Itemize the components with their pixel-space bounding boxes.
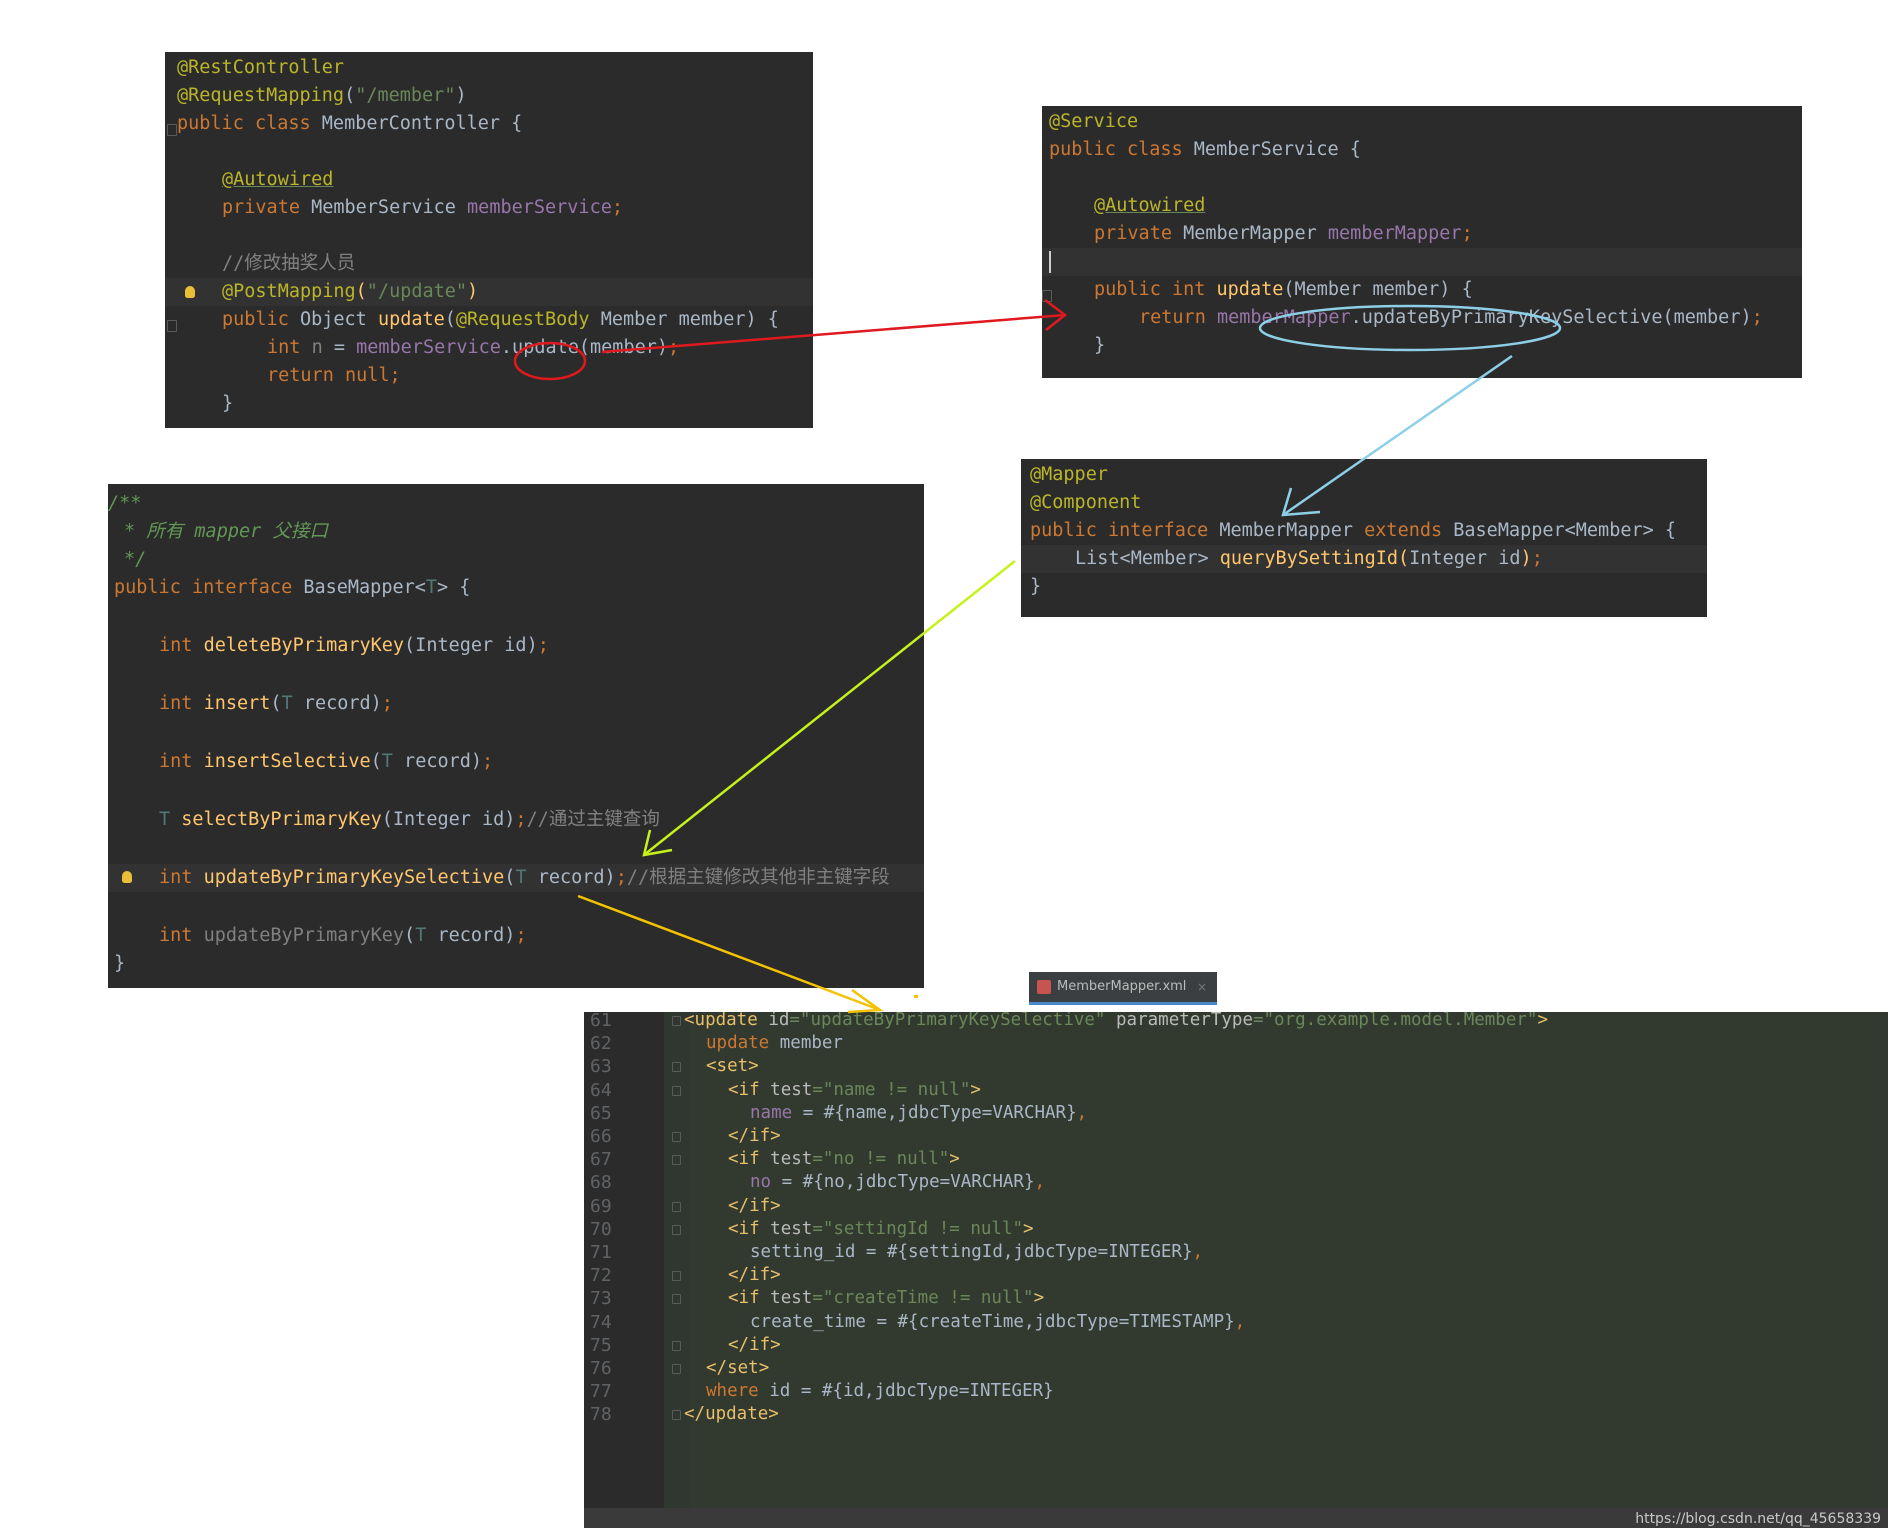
code-line: int insertSelective(T record); — [159, 751, 494, 772]
xml-code-panel: 61 <update id="updateByPrimaryKeySelectiv… — [584, 1012, 1888, 1528]
fold-marker-icon[interactable] — [672, 1155, 681, 1166]
code-line: public int update(Member member) { — [1094, 279, 1473, 300]
code-line: public class MemberService { — [1049, 139, 1361, 160]
line-number: 66 — [590, 1126, 612, 1147]
basemapper-code-panel: /** * 所有 mapper 父接口 */ public interface … — [108, 484, 924, 988]
line-number: 68 — [590, 1172, 612, 1194]
service-code-panel: @Service public class MemberService { @A… — [1042, 106, 1802, 378]
code-line: public interface BaseMapper<T> { — [114, 577, 471, 598]
line-number: 71 — [590, 1242, 612, 1263]
line-number: 73 — [590, 1288, 612, 1310]
line-number: 72 — [590, 1265, 612, 1287]
fold-marker-icon[interactable] — [672, 1294, 681, 1305]
fold-marker-icon[interactable] — [167, 320, 177, 332]
line-number: 75 — [590, 1334, 612, 1356]
code-line: private MemberMapper memberMapper; — [1094, 223, 1473, 244]
code-line: @Mapper — [1030, 464, 1108, 485]
code-line: return memberMapper.updateByPrimaryKeySe… — [1139, 307, 1763, 328]
code-line: /** — [108, 493, 142, 514]
yellow-arrowhead — [847, 988, 884, 1014]
code-line: */ — [124, 549, 147, 570]
fold-marker-icon[interactable] — [672, 1271, 681, 1282]
mapper-code-panel: @Mapper @Component public interface Memb… — [1021, 459, 1707, 617]
line-number: 62 — [590, 1033, 612, 1055]
fold-marker-icon[interactable] — [672, 1410, 681, 1421]
line-number: 76 — [590, 1358, 612, 1379]
fold-marker-icon[interactable] — [672, 1132, 681, 1142]
code-line: @Autowired — [222, 169, 334, 190]
code-comment: //修改抽奖人员 — [222, 253, 356, 274]
code-line: @RestController — [177, 57, 345, 78]
xml-code-line: setting_id = #{settingId,jdbcType=INTEGE… — [750, 1242, 1204, 1262]
xml-code-line: name = #{name,jdbcType=VARCHAR}, — [750, 1102, 1088, 1123]
code-line: * 所有 mapper 父接口 — [124, 521, 328, 542]
line-number: 63 — [590, 1056, 612, 1078]
fold-marker-icon[interactable] — [167, 124, 177, 136]
code-line: } — [222, 393, 234, 414]
line-number: 74 — [590, 1311, 612, 1333]
xml-file-icon — [1037, 980, 1051, 994]
code-line: public class MemberController { — [177, 113, 523, 134]
text-cursor — [1049, 251, 1051, 273]
fold-marker-icon[interactable] — [672, 1016, 681, 1026]
xml-code-line: no = #{no,jdbcType=VARCHAR}, — [750, 1172, 1046, 1193]
tab-label: MemberMapper.xml — [1057, 979, 1187, 994]
line-number: 70 — [590, 1218, 612, 1240]
code-line: @Component — [1030, 492, 1142, 513]
line-number: 65 — [590, 1102, 612, 1124]
line-number: 61 — [590, 1012, 612, 1031]
fold-marker-icon[interactable] — [672, 1340, 681, 1351]
code-line: public Object update(@RequestBody Member… — [222, 309, 779, 330]
fold-marker-icon[interactable] — [672, 1364, 681, 1374]
watermark: https://blog.csdn.net/qq_45658339 — [1635, 1511, 1881, 1527]
code-line: int deleteByPrimaryKey(Integer id); — [159, 635, 549, 656]
lightbulb-icon[interactable] — [122, 871, 132, 883]
code-line: int insert(T record); — [159, 693, 393, 714]
code-line: @Autowired — [1094, 195, 1206, 216]
line-number: 64 — [590, 1079, 612, 1101]
code-line: int updateByPrimaryKeySelective(T record… — [159, 867, 890, 888]
code-line: @RequestMapping("/member") — [177, 85, 467, 106]
code-line: int n = memberService.update(member); — [267, 337, 680, 358]
code-line: public interface MemberMapper extends Ba… — [1030, 520, 1677, 541]
line-number: 69 — [590, 1195, 612, 1217]
code-line: } — [1094, 335, 1106, 356]
line-number: 78 — [590, 1404, 612, 1426]
fold-marker-icon[interactable] — [672, 1062, 681, 1073]
xml-code-line: create_time = #{createTime,jdbcType=TIME… — [750, 1311, 1246, 1332]
line-number: 77 — [590, 1381, 612, 1403]
xml-code-line: </update> — [684, 1404, 779, 1425]
controller-code-panel: @RestController @RequestMapping("/member… — [165, 52, 813, 428]
fold-marker-icon[interactable] — [672, 1201, 681, 1212]
code-line: return null; — [267, 365, 401, 386]
lightbulb-icon[interactable] — [185, 286, 195, 298]
fold-marker-icon[interactable] — [672, 1224, 681, 1235]
code-line: @PostMapping("/update") — [222, 281, 479, 302]
code-line: List<Member> queryBySettingId(Integer id… — [1075, 548, 1543, 569]
xml-file-tab[interactable]: MemberMapper.xml × — [1029, 972, 1217, 1005]
fold-marker-icon[interactable] — [672, 1085, 681, 1096]
code-line: } — [1030, 576, 1042, 597]
code-line: private MemberService memberService; — [222, 197, 623, 218]
code-line: int updateByPrimaryKey(T record); — [159, 925, 527, 946]
code-line: } — [114, 953, 126, 974]
code-line: T selectByPrimaryKey(Integer id);//通过主键查… — [159, 809, 660, 830]
code-line: @Service — [1049, 111, 1139, 132]
close-icon[interactable]: × — [1197, 972, 1207, 1002]
line-number: 67 — [590, 1149, 612, 1171]
fold-marker-icon[interactable] — [1042, 290, 1052, 302]
